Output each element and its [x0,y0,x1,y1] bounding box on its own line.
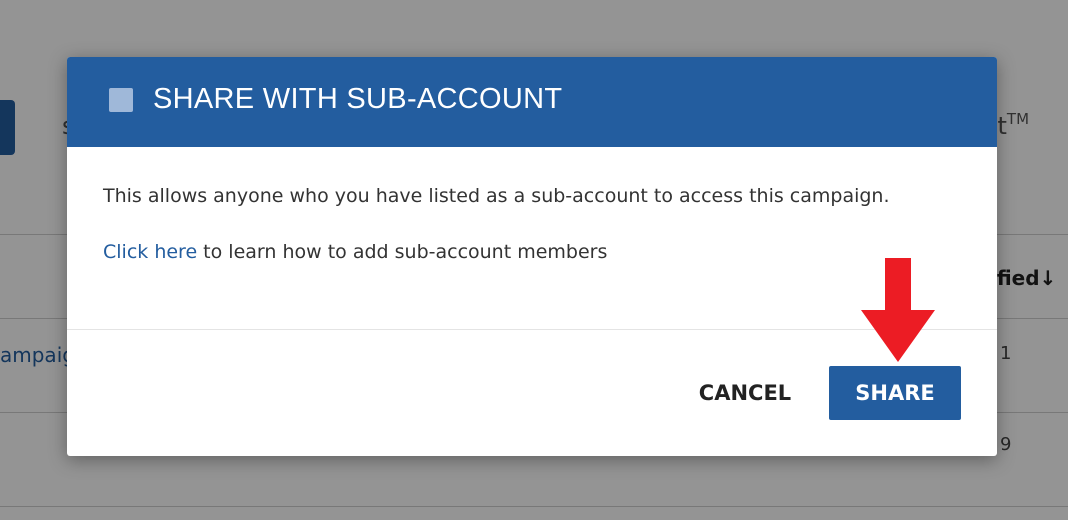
arrow-down-icon [861,258,935,362]
dialog-description: This allows anyone who you have listed a… [103,185,890,207]
cancel-button[interactable]: CANCEL [677,366,813,420]
dialog-title: SHARE WITH SUB-ACCOUNT [153,83,563,115]
share-button[interactable]: SHARE [829,366,961,420]
dialog-header: SHARE WITH SUB-ACCOUNT [67,57,997,147]
help-text-suffix: to learn how to add sub-account members [197,241,608,263]
click-here-link[interactable]: Click here [103,241,197,263]
dialog-help-text: Click here to learn how to add sub-accou… [103,241,607,263]
share-sub-account-dialog: SHARE WITH SUB-ACCOUNT This allows anyon… [67,57,997,456]
dialog-footer-divider [67,329,997,330]
checkbox-icon [109,88,133,112]
